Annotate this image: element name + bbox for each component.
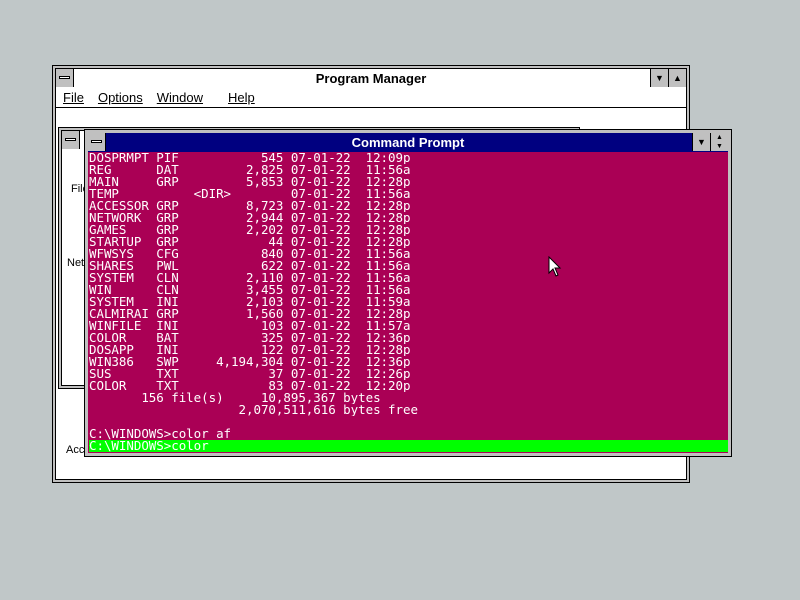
program-manager-system-menu-icon[interactable] [56,69,74,87]
menu-window[interactable]: Window [150,90,210,105]
console-line: COLOR TXT 83 07-01-22 12:20p [89,380,411,392]
console-line: TEMP <DIR> 07-01-22 11:56a [89,188,411,200]
console-line: 156 file(s) 10,895,367 bytes [89,392,381,404]
console-line: NETWORK GRP 2,944 07-01-22 12:28p [89,212,411,224]
group-system-menu-icon[interactable] [62,131,80,149]
program-manager-maximize-button[interactable]: ▲ [668,69,686,87]
console-line: COLOR BAT 325 07-01-22 12:36p [89,332,411,344]
console-line: SYSTEM CLN 2,110 07-01-22 11:56a [89,272,411,284]
console-line: GAMES GRP 2,202 07-01-22 12:28p [89,224,411,236]
command-prompt-title: Command Prompt [351,135,465,150]
command-prompt-system-menu-icon[interactable] [88,133,106,151]
menu-help[interactable]: Help [210,90,262,105]
console-line: C:\WINDOWS>color af [89,428,232,440]
console-line: REG DAT 2,825 07-01-22 11:56a [89,164,411,176]
command-prompt-window: Command Prompt ▼ ▲ ▼ DOSPRMPT PIF 545 07-… [84,129,732,457]
console-line: MAIN GRP 5,853 07-01-22 12:28p [89,176,411,188]
console-line: WINFILE INI 103 07-01-22 11:57a [89,320,411,332]
command-prompt-screen[interactable]: DOSPRMPT PIF 545 07-01-22 12:09p REG DAT … [88,152,728,453]
mouse-pointer-icon [548,256,562,277]
console-line: DOSPRMPT PIF 545 07-01-22 12:09p [89,152,411,164]
console-line: WIN386 SWP 4,194,304 07-01-22 12:36p [89,356,411,368]
menu-options[interactable]: Options [91,90,150,105]
console-line: SUS TXT 37 07-01-22 12:26p [89,368,411,380]
console-current-line[interactable]: C:\WINDOWS>color [89,440,728,452]
program-manager-title: Program Manager [315,71,427,86]
program-manager-title-bar[interactable]: Program Manager [56,69,686,89]
console-line: CALMIRAI GRP 1,560 07-01-22 12:28p [89,308,411,320]
console-line: STARTUP GRP 44 07-01-22 12:28p [89,236,411,248]
console-line: SYSTEM INI 2,103 07-01-22 11:59a [89,296,411,308]
program-manager-minimize-button[interactable]: ▼ [650,69,668,87]
command-prompt-minimize-button[interactable]: ▼ [692,133,710,151]
command-prompt-title-bar[interactable]: Command Prompt [88,133,728,152]
console-line: WFWSYS CFG 840 07-01-22 11:56a [89,248,411,260]
console-line: DOSAPP INI 122 07-01-22 12:28p [89,344,411,356]
console-line: SHARES PWL 622 07-01-22 11:56a [89,260,411,272]
menu-file[interactable]: File [56,90,91,105]
console-line: ACCESSOR GRP 8,723 07-01-22 12:28p [89,200,411,212]
group-label-net[interactable]: Net [67,257,84,269]
console-line: WIN CLN 3,455 07-01-22 11:56a [89,284,411,296]
program-manager-menubar: File Options Window Help [56,88,686,108]
group-label-acc[interactable]: Acc [66,444,84,456]
console-line: 2,070,511,616 bytes free [89,404,418,416]
command-prompt-restore-button[interactable]: ▲ ▼ [710,133,728,151]
console-output: DOSPRMPT PIF 545 07-01-22 12:09p REG DAT … [89,152,728,453]
